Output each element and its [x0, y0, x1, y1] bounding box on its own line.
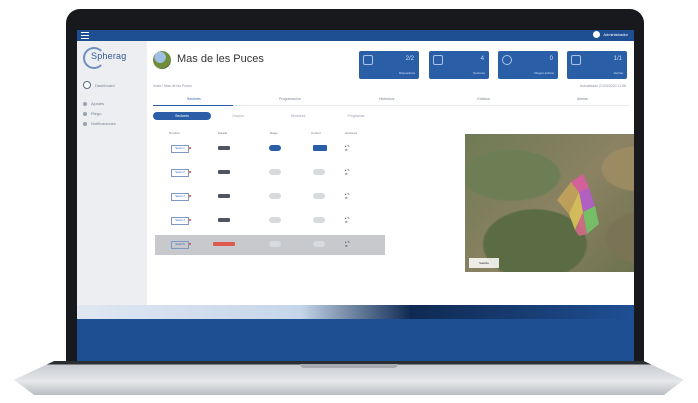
- col-header-actions: Acciones: [345, 131, 358, 135]
- laptop-notch: [300, 364, 398, 368]
- table-row-selected[interactable]: Sector 5 ▸ ✎ ⚙: [155, 235, 385, 255]
- footer-banner: [77, 305, 634, 361]
- main-content: Mas de les Puces 2/2 Dispositivos 4 Sect…: [147, 41, 634, 305]
- subtab-sectores[interactable]: Sectores: [153, 112, 211, 120]
- stat-card-irrigation[interactable]: 0 Riegos activos: [498, 51, 558, 79]
- avatar: [593, 31, 601, 38]
- sidebar: Spherag Dashboard Ajustes Riego Notifica…: [77, 41, 147, 305]
- table-row[interactable]: Sector 1 ▸ ✎ ⚙: [155, 139, 385, 159]
- user-name: Administrador: [603, 32, 628, 37]
- device-icon: [363, 55, 373, 65]
- col-header-riego: Riego: [270, 131, 278, 135]
- control-toggle[interactable]: [313, 193, 325, 199]
- satellite-map[interactable]: + − Satélite: [465, 134, 634, 272]
- water-drop-icon: [83, 111, 87, 116]
- row-actions[interactable]: ▸ ✎ ⚙: [345, 144, 350, 152]
- sidebar-item-riego[interactable]: Riego: [83, 111, 101, 116]
- user-menu[interactable]: Administrador: [593, 31, 628, 38]
- table-row[interactable]: Sector 4 ▸ ✎ ⚙: [155, 211, 385, 231]
- sidebar-item-dashboard[interactable]: Dashboard: [83, 81, 115, 89]
- breadcrumb: Inicio / Mas de les Puces: [153, 84, 192, 88]
- status-dot: [189, 195, 191, 197]
- col-header-state: Estado: [218, 131, 228, 135]
- stat-card-devices[interactable]: 2/2 Dispositivos: [359, 51, 419, 79]
- row-actions[interactable]: ▸ ✎ ⚙: [345, 216, 350, 224]
- state-badge: [218, 170, 230, 174]
- sector-name: Sector 5: [171, 241, 189, 249]
- subtab-programas[interactable]: Programas: [341, 112, 371, 120]
- riego-toggle[interactable]: [269, 217, 281, 223]
- col-header-name: Nombre: [169, 131, 180, 135]
- table-row[interactable]: Sector 3 ▸ ✎ ⚙: [155, 187, 385, 207]
- tab-alertas[interactable]: Alertas: [577, 97, 588, 101]
- riego-toggle[interactable]: [269, 241, 281, 247]
- globe-icon: [502, 55, 512, 65]
- chat-icon: [433, 55, 443, 65]
- settings-icon: [83, 101, 87, 106]
- bell-icon: [83, 121, 87, 126]
- sector-name: Sector 4: [171, 217, 189, 225]
- state-badge: [218, 146, 230, 150]
- status-dot: [189, 171, 191, 173]
- riego-toggle[interactable]: [269, 145, 281, 151]
- sectors-table: Nombre Estado Riego Control Acciones Sec…: [155, 131, 385, 303]
- status-dot: [189, 147, 191, 149]
- riego-toggle[interactable]: [269, 169, 281, 175]
- sector-name: Sector 1: [171, 145, 189, 153]
- active-tab-indicator: [153, 105, 233, 106]
- sector-name: Sector 3: [171, 193, 189, 201]
- control-toggle[interactable]: [313, 217, 325, 223]
- top-bar: Administrador: [77, 30, 634, 41]
- state-badge-error: [213, 242, 235, 246]
- tab-programacion[interactable]: Programación: [279, 97, 301, 101]
- state-badge: [218, 218, 230, 222]
- status-dot: [189, 243, 191, 245]
- sector-name: Sector 2: [171, 169, 189, 177]
- control-toggle[interactable]: [313, 169, 325, 175]
- col-header-control: Control: [311, 131, 321, 135]
- row-actions[interactable]: ▸ ✎ ⚙: [345, 168, 350, 176]
- field-parcels[interactable]: [549, 170, 601, 238]
- status-dot: [189, 219, 191, 221]
- control-toggle[interactable]: [313, 145, 327, 151]
- row-actions[interactable]: ▸ ✎ ⚙: [345, 192, 350, 200]
- subtab-grupos[interactable]: Grupos: [223, 112, 253, 120]
- alert-icon: [571, 55, 581, 65]
- table-row[interactable]: Sector 2 ▸ ✎ ⚙: [155, 163, 385, 183]
- hamburger-menu-icon[interactable]: [81, 32, 89, 39]
- sidebar-item-notificaciones[interactable]: Notificaciones: [83, 121, 116, 126]
- control-toggle[interactable]: [313, 241, 325, 247]
- tab-historicos[interactable]: Históricos: [379, 97, 394, 101]
- page-title: Mas de les Puces: [177, 53, 264, 65]
- riego-toggle[interactable]: [269, 193, 281, 199]
- row-actions[interactable]: ▸ ✎ ⚙: [345, 240, 350, 248]
- dashboard-icon: [83, 81, 91, 89]
- tab-sectores[interactable]: Sectores: [187, 97, 201, 101]
- spherag-logo: Spherag: [83, 47, 141, 69]
- stat-card-alerts[interactable]: 1/1 Alertas: [567, 51, 627, 79]
- app-screen: Administrador Spherag Dashboard Ajustes …: [77, 30, 634, 361]
- state-badge: [218, 194, 230, 198]
- last-update: Actualizado 21/03/2020 11:58: [579, 84, 626, 88]
- farm-avatar: [153, 51, 171, 69]
- stat-card-sectors[interactable]: 4 Sectores: [429, 51, 489, 79]
- subtab-sensores[interactable]: Sensores: [283, 112, 313, 120]
- sidebar-item-ajustes[interactable]: Ajustes: [83, 101, 104, 106]
- tab-graficos[interactable]: Gráficos: [477, 97, 490, 101]
- map-layer-toggle[interactable]: Satélite: [469, 258, 499, 268]
